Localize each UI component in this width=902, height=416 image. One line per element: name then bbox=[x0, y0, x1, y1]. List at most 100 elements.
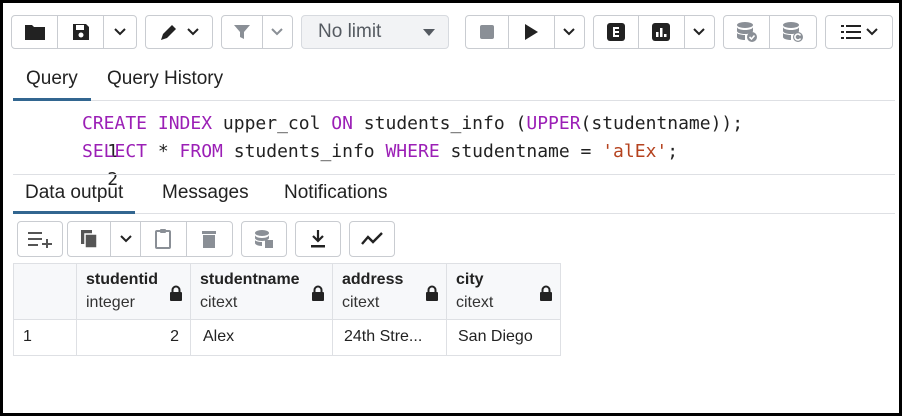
column-header[interactable]: address citext bbox=[333, 263, 447, 320]
delete-button[interactable] bbox=[187, 222, 232, 256]
code-token: ; bbox=[667, 141, 679, 162]
lock-icon bbox=[170, 285, 182, 301]
code-token: 'alEx' bbox=[602, 141, 668, 162]
macros-icon bbox=[840, 25, 861, 39]
commit-button[interactable] bbox=[724, 16, 771, 48]
grid-header-row: studentid integer studentname citext add… bbox=[13, 263, 561, 320]
code-token: * bbox=[147, 141, 180, 162]
line-chart-icon bbox=[361, 232, 383, 245]
open-file-button[interactable] bbox=[12, 16, 58, 48]
transaction-group bbox=[723, 15, 817, 49]
row-number-header bbox=[13, 263, 77, 320]
execute-button[interactable] bbox=[509, 16, 555, 48]
execute-group bbox=[465, 15, 585, 49]
graph-group bbox=[349, 221, 395, 257]
download-button[interactable] bbox=[296, 222, 340, 256]
code-token: WHERE bbox=[385, 141, 440, 162]
chevron-down-icon bbox=[271, 28, 284, 36]
tab-query[interactable]: Query bbox=[13, 63, 91, 101]
stop-icon bbox=[480, 25, 495, 39]
code-line: CREATE INDEX upper_col ON students_info … bbox=[82, 110, 743, 138]
cell-value: 2 bbox=[170, 328, 179, 345]
explain-options-dropdown[interactable] bbox=[685, 16, 715, 48]
code-token: students_info bbox=[222, 141, 386, 162]
column-type: citext bbox=[342, 294, 380, 311]
cell-value: San Diego bbox=[458, 328, 533, 345]
filter-icon bbox=[233, 25, 250, 39]
table-cell[interactable]: 24th Stre... bbox=[333, 320, 447, 356]
edit-pen-icon bbox=[160, 25, 176, 40]
column-name: studentid bbox=[86, 271, 158, 288]
code-token: SELECT bbox=[82, 141, 148, 162]
explain-button[interactable] bbox=[594, 16, 640, 48]
explain-analyze-button[interactable] bbox=[639, 16, 685, 48]
macros-menu-button[interactable] bbox=[826, 16, 892, 48]
save-options-dropdown[interactable] bbox=[104, 16, 136, 48]
file-group bbox=[11, 15, 137, 49]
main-toolbar: No limit bbox=[11, 11, 895, 53]
tab-data-output[interactable]: Data output bbox=[13, 175, 136, 214]
paste-button[interactable] bbox=[141, 222, 187, 256]
code-token: INDEX bbox=[157, 113, 213, 134]
edit-menu-button[interactable] bbox=[146, 16, 212, 48]
chevron-down-icon bbox=[563, 28, 575, 36]
caret-down-icon bbox=[423, 29, 435, 36]
code-line: SELECT * FROM students_info WHERE studen… bbox=[82, 138, 678, 166]
play-icon bbox=[525, 24, 539, 40]
save-data-icon bbox=[255, 230, 273, 248]
save-button[interactable] bbox=[58, 16, 104, 48]
copy-button[interactable] bbox=[68, 222, 112, 256]
output-toolbar bbox=[13, 217, 895, 261]
editor-line: 2 SELECT * FROM students_info WHERE stud… bbox=[13, 138, 895, 190]
column-header[interactable]: studentname citext bbox=[191, 263, 333, 320]
macros-group bbox=[825, 15, 893, 49]
code-token: UPPER bbox=[526, 113, 581, 134]
editor-line: 1 CREATE INDEX upper_col ON students_inf… bbox=[13, 110, 895, 162]
table-cell[interactable]: San Diego bbox=[447, 320, 561, 356]
rollback-icon bbox=[783, 22, 803, 42]
code-token: students_info ( bbox=[352, 113, 527, 134]
code-token: FROM bbox=[179, 141, 223, 162]
sql-editor[interactable]: 1 CREATE INDEX upper_col ON students_inf… bbox=[13, 104, 895, 190]
copy-options-dropdown[interactable] bbox=[111, 222, 142, 256]
code-token: upper_col bbox=[212, 113, 332, 134]
output-tabs: Data output Messages Notifications bbox=[13, 174, 895, 214]
chevron-down-icon bbox=[865, 28, 878, 36]
table-cell[interactable]: Alex bbox=[191, 320, 333, 356]
tab-messages[interactable]: Messages bbox=[150, 175, 261, 214]
column-type: citext bbox=[456, 294, 494, 311]
execute-options-dropdown[interactable] bbox=[555, 16, 584, 48]
chevron-down-icon bbox=[114, 28, 126, 36]
column-type: citext bbox=[200, 294, 238, 311]
save-data-group bbox=[241, 221, 287, 257]
save-data-button[interactable] bbox=[242, 222, 286, 256]
row-number: 1 bbox=[23, 328, 32, 345]
column-header[interactable]: city citext bbox=[447, 263, 561, 320]
column-type: integer bbox=[86, 294, 135, 311]
column-header[interactable]: studentid integer bbox=[77, 263, 191, 320]
commit-icon bbox=[736, 22, 757, 42]
column-name: address bbox=[342, 271, 404, 288]
row-number-cell[interactable]: 1 bbox=[13, 320, 77, 356]
graph-visualiser-button[interactable] bbox=[350, 222, 394, 256]
rollback-button[interactable] bbox=[770, 16, 816, 48]
trash-icon bbox=[202, 231, 217, 248]
row-limit-value: No limit bbox=[318, 21, 382, 42]
download-group bbox=[295, 221, 341, 257]
save-icon bbox=[72, 24, 89, 40]
tab-notifications[interactable]: Notifications bbox=[272, 175, 400, 214]
explain-group bbox=[593, 15, 715, 49]
code-token: CREATE bbox=[82, 113, 148, 134]
chevron-down-icon bbox=[186, 28, 199, 36]
folder-icon bbox=[24, 25, 45, 40]
table-cell[interactable]: 2 bbox=[77, 320, 191, 356]
app-window: No limit Query Query History 1 CREATE IN… bbox=[0, 0, 902, 416]
code-token: (studentname)); bbox=[580, 113, 744, 134]
query-tabs: Query Query History bbox=[13, 63, 895, 101]
tab-query-history[interactable]: Query History bbox=[94, 63, 236, 101]
row-limit-select[interactable]: No limit bbox=[301, 15, 449, 49]
add-row-button[interactable] bbox=[18, 222, 62, 256]
filter-dropdown[interactable] bbox=[263, 16, 292, 48]
filter-button[interactable] bbox=[222, 16, 263, 48]
stop-button[interactable] bbox=[466, 16, 510, 48]
